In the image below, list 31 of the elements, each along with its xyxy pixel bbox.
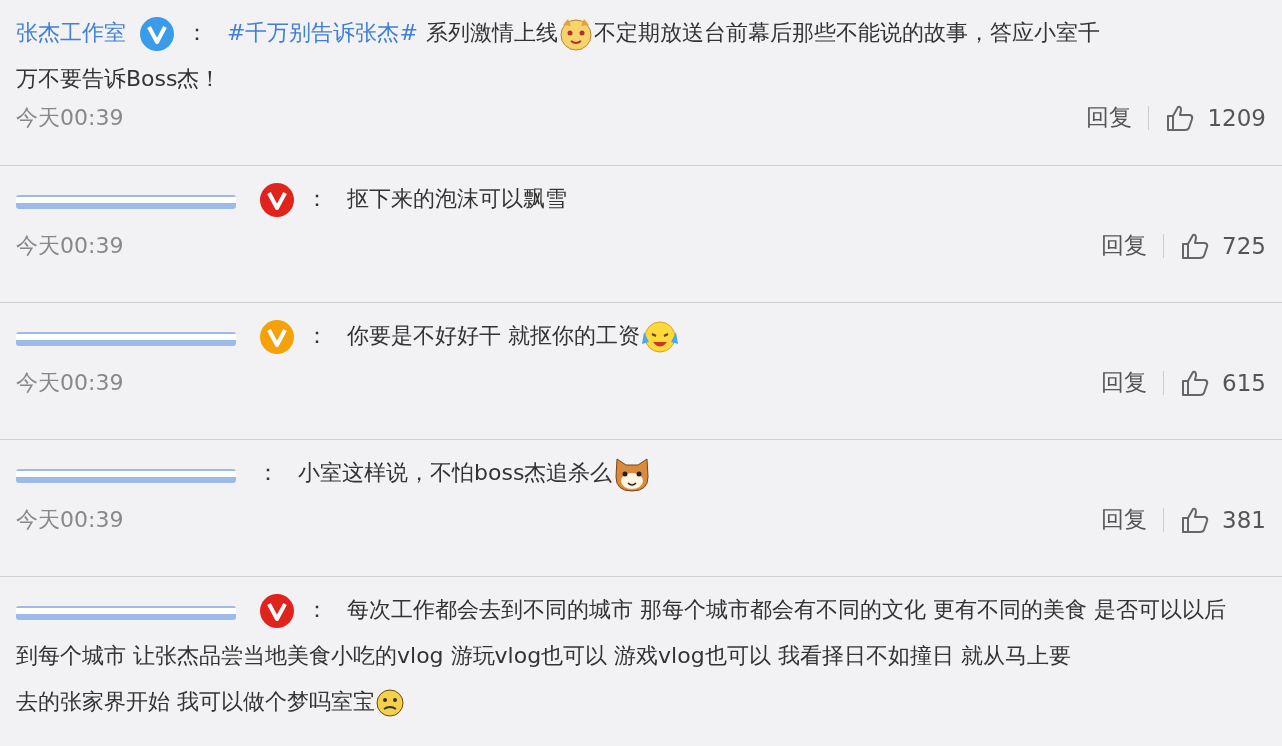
comment-text: 抠下来的泡沫可以飘雪 <box>347 186 567 211</box>
dog-face-emoji-icon <box>557 17 594 51</box>
crying-laughing-emoji-icon <box>640 320 680 354</box>
comment-time: 今天00:39 <box>16 505 124 534</box>
like-count: 1209 <box>1207 104 1266 131</box>
comment-text: 去的张家界开始 我可以做个梦吗室宝 <box>16 689 375 714</box>
reply-link[interactable]: 回复 <box>1101 504 1148 535</box>
colon-text: ： <box>306 597 328 622</box>
hashtag-link[interactable]: #千万别告诉张杰# <box>227 20 418 45</box>
colon-text: ： <box>306 323 328 348</box>
comment-text: 小室这样说，不怕boss杰追杀么 <box>298 460 613 485</box>
colon-text: ： <box>257 460 279 485</box>
like-count: 615 <box>1222 369 1266 396</box>
comment-text: 到每个城市 让张杰品尝当地美食小吃的vlog 游玩vlog也可以 游戏vlog也可以 我看择日不如撞日 就从马上要 <box>16 643 1071 668</box>
frowning-face-emoji-icon <box>375 688 405 718</box>
comment-text: 不定期放送台前幕后那些不能说的故事，答应小室千 <box>593 20 1100 45</box>
comment-time: 今天00:39 <box>16 231 124 260</box>
colon-text: ： <box>306 186 328 211</box>
comment-time: 今天00:39 <box>16 368 124 397</box>
like-count: 381 <box>1222 506 1266 533</box>
comment-time: 今天00:39 <box>16 103 124 132</box>
comment-text: 万不要告诉Boss杰！ <box>16 66 222 91</box>
username-link[interactable]: 张杰工作室 <box>16 20 126 45</box>
like-count: 725 <box>1222 232 1266 259</box>
reply-link[interactable]: 回复 <box>1101 230 1148 261</box>
reply-link[interactable]: 回复 <box>1101 367 1148 398</box>
reply-link[interactable]: 回复 <box>1086 102 1133 133</box>
comment-text: 系列激情上线 <box>425 20 558 45</box>
colon-text: ： <box>186 20 208 45</box>
comment-text: 你要是不好好干 就抠你的工资 <box>347 323 640 348</box>
comment-text: 每次工作都会去到不同的城市 那每个城市都会有不同的文化 更有不同的美食 是否可以以后 <box>347 597 1226 622</box>
